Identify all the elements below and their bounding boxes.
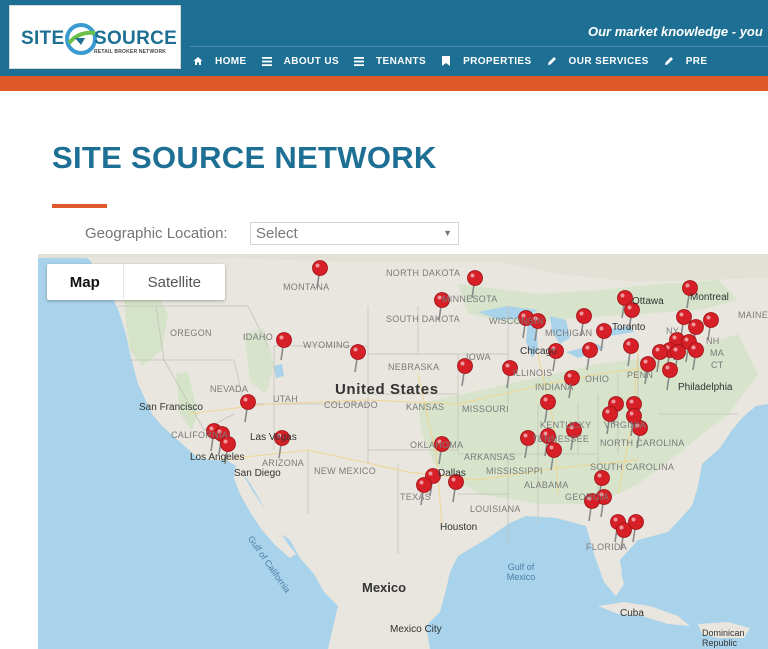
nav-item-home[interactable]: HOME <box>192 55 247 67</box>
satellite-view-button[interactable]: Satellite <box>122 264 225 300</box>
logo-subtitle: RETAIL BROKER NETWORK <box>94 49 167 55</box>
nav-label-our-services: OUR SERVICES <box>568 55 649 67</box>
main-nav: HOME ABOUT US TENANTS PROPERTIES OUR SER… <box>192 52 722 70</box>
geo-location-select[interactable]: Select ▼ <box>250 222 459 245</box>
nav-item-about-us[interactable]: ABOUT US <box>261 55 339 67</box>
pencil-icon <box>546 55 558 67</box>
bookmark-icon <box>440 55 452 67</box>
logo-source-text: SOURCE <box>94 28 178 49</box>
pencil-icon <box>663 55 675 67</box>
nav-label-home: HOME <box>215 55 247 67</box>
menu-icon <box>261 55 273 67</box>
map-view-button[interactable]: Map <box>47 264 123 300</box>
home-icon <box>192 55 204 67</box>
nav-item-our-services[interactable]: OUR SERVICES <box>546 55 649 67</box>
header-tagline: Our market knowledge - you <box>588 24 763 39</box>
nav-label-pre: PRE <box>685 55 708 67</box>
nav-item-tenants[interactable]: TENANTS <box>353 55 426 67</box>
network-map[interactable]: United States NORTH DAKOTA MONTANA SOUTH… <box>38 254 768 649</box>
header-accent-bar <box>0 76 768 91</box>
geo-location-label: Geographic Location: <box>85 225 228 242</box>
menu-icon <box>353 55 365 67</box>
logo-site-text: SITE <box>21 28 65 49</box>
site-logo[interactable]: SITE SOURCE RETAIL BROKER NETWORK <box>9 5 181 69</box>
nav-item-pre[interactable]: PRE <box>663 55 708 67</box>
nav-label-tenants: TENANTS <box>376 55 427 67</box>
nav-label-about-us: ABOUT US <box>283 55 340 67</box>
nav-label-properties: PROPERTIES <box>463 55 532 67</box>
page-title: SITE SOURCE NETWORK <box>52 140 437 175</box>
nav-divider <box>190 46 768 47</box>
title-underline <box>52 204 107 208</box>
site-header: SITE SOURCE RETAIL BROKER NETWORK Our ma… <box>0 0 768 76</box>
map-canvas[interactable] <box>38 254 768 649</box>
geo-select-value: Select <box>256 225 298 242</box>
select-caret-icon: ▼ <box>443 228 452 238</box>
nav-item-properties[interactable]: PROPERTIES <box>440 55 531 67</box>
map-type-toggle: Map Satellite <box>47 264 225 300</box>
logo-swoosh-icon <box>65 23 97 55</box>
